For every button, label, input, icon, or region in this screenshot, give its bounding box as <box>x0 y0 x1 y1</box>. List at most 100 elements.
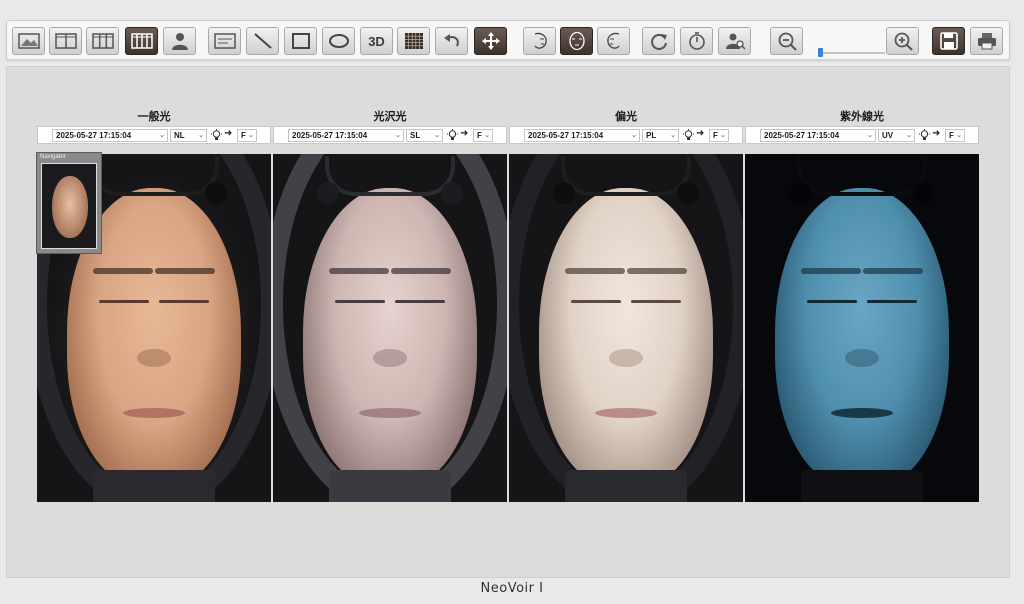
chevron-down-icon: ⌄ <box>248 132 254 139</box>
ellipse-tool-button[interactable] <box>322 27 355 55</box>
chevron-down-icon: ⌄ <box>720 132 726 139</box>
3d-view-icon: 3D <box>368 33 385 49</box>
four-column-layout-button[interactable] <box>125 27 158 55</box>
zoom-in-button[interactable] <box>886 27 919 55</box>
three-column-layout-button[interactable] <box>86 27 119 55</box>
zoom-out-icon <box>778 32 797 51</box>
image-view-button[interactable] <box>12 27 45 55</box>
timer-button[interactable] <box>680 27 713 55</box>
chevron-down-icon: ⌄ <box>906 132 912 139</box>
panel-controls: 2025-05-27 17:15:04 ⌄ NL ⌄ ➜ F ⌄ <box>37 126 271 144</box>
brand-label: NeoVoir I <box>480 581 544 596</box>
save-button[interactable] <box>932 27 965 55</box>
three-column-layout-icon <box>91 33 114 49</box>
panel-title: 偏光 <box>615 110 637 123</box>
user-search-icon <box>725 33 746 50</box>
toolbar: 3D <box>6 20 1010 60</box>
user-search-button[interactable] <box>718 27 751 55</box>
face <box>539 188 713 488</box>
zoom-slider-thumb[interactable] <box>818 48 823 57</box>
zoom-in-icon <box>894 32 913 51</box>
line-tool-button[interactable] <box>246 27 279 55</box>
face-left-button[interactable] <box>523 27 556 55</box>
user-profile-button[interactable] <box>163 27 196 55</box>
rotate-icon <box>650 34 667 50</box>
datetime-select[interactable]: 2025-05-27 17:15:04 ⌄ <box>524 129 640 142</box>
lightbulb-icon <box>683 129 694 140</box>
chevron-down-icon: ⌄ <box>395 132 401 139</box>
datetime-select[interactable]: 2025-05-27 17:15:04 ⌄ <box>288 129 404 142</box>
lightbulb-icon <box>919 129 930 140</box>
panel-title: 一般光 <box>137 110 171 123</box>
face-front-icon <box>568 31 585 51</box>
face <box>775 188 949 488</box>
arrow-right-icon: ➜ <box>696 128 705 139</box>
face-right-button[interactable] <box>597 27 630 55</box>
arrow-right-icon: ➜ <box>224 128 233 139</box>
chevron-down-icon: ⌄ <box>434 132 440 139</box>
chevron-down-icon: ⌄ <box>159 132 165 139</box>
light-mode-select[interactable]: SL ⌄ <box>406 129 443 142</box>
zoom-out-button[interactable] <box>770 27 803 55</box>
undo-button[interactable] <box>435 27 468 55</box>
chevron-down-icon: ⌄ <box>956 132 962 139</box>
lightbulb-icon <box>211 129 222 140</box>
move-icon <box>481 32 500 50</box>
image-icon <box>17 33 40 49</box>
arrow-right-icon: ➜ <box>460 128 469 139</box>
face-photo-polarized[interactable] <box>509 154 743 502</box>
grid-icon <box>404 33 423 49</box>
chevron-down-icon: ⌄ <box>867 132 873 139</box>
face-angle-select[interactable]: F ⌄ <box>473 129 493 142</box>
face-left-icon <box>533 32 547 49</box>
ellipse-tool-icon <box>328 34 349 48</box>
navigator-panel[interactable]: Navigator <box>36 152 102 254</box>
navigator-thumbnail[interactable] <box>41 163 97 249</box>
light-mode-select[interactable]: UV ⌄ <box>878 129 915 142</box>
panel-title: 光沢光 <box>373 110 407 123</box>
panel-controls: 2025-05-27 17:15:04 ⌄ SL ⌄ ➜ F ⌄ <box>273 126 507 144</box>
user-profile-icon <box>171 33 188 50</box>
two-column-layout-icon <box>54 33 77 49</box>
datetime-select[interactable]: 2025-05-27 17:15:04 ⌄ <box>760 129 876 142</box>
face-angle-select[interactable]: F ⌄ <box>709 129 729 142</box>
face-photo-uv[interactable] <box>745 154 979 502</box>
viewer-area: 一般光 2025-05-27 17:15:04⌄ NL⌄ ➜ F⌄ 光沢光 <box>6 66 1010 578</box>
line-tool-icon <box>253 33 272 49</box>
navigator-title: Navigator <box>40 154 66 160</box>
chevron-down-icon: ⌄ <box>670 132 676 139</box>
rectangle-tool-button[interactable] <box>284 27 317 55</box>
panel-controls: 2025-05-27 17:15:04 ⌄ PL ⌄ ➜ F ⌄ <box>509 126 743 144</box>
panel-title: 紫外線光 <box>840 110 884 123</box>
rotate-button[interactable] <box>642 27 675 55</box>
light-mode-select[interactable]: PL ⌄ <box>642 129 679 142</box>
face-right-icon <box>606 32 620 49</box>
text-annotation-button[interactable] <box>208 27 241 55</box>
zoom-slider[interactable] <box>819 52 885 54</box>
save-icon <box>939 32 958 50</box>
light-mode-select[interactable]: NL ⌄ <box>170 129 207 142</box>
two-column-layout-button[interactable] <box>49 27 82 55</box>
timer-icon <box>688 32 705 50</box>
face-angle-select[interactable]: F ⌄ <box>237 129 257 142</box>
chevron-down-icon: ⌄ <box>631 132 637 139</box>
chevron-down-icon: ⌄ <box>198 132 204 139</box>
panel-controls: 2025-05-27 17:15:04 ⌄ UV ⌄ ➜ F ⌄ <box>745 126 979 144</box>
move-button[interactable] <box>474 27 507 55</box>
arrow-right-icon: ➜ <box>932 128 941 139</box>
face-angle-select[interactable]: F ⌄ <box>945 129 965 142</box>
face-photo-gloss[interactable] <box>273 154 507 502</box>
print-icon <box>977 33 996 50</box>
grid-button[interactable] <box>397 27 430 55</box>
3d-view-button[interactable]: 3D <box>360 27 393 55</box>
text-annotation-icon <box>213 33 236 49</box>
undo-icon <box>443 34 459 47</box>
chevron-down-icon: ⌄ <box>484 132 490 139</box>
datetime-select[interactable]: 2025-05-27 17:15:04 ⌄ <box>52 129 168 142</box>
lightbulb-icon <box>447 129 458 140</box>
face-front-button[interactable] <box>560 27 593 55</box>
face <box>303 188 477 488</box>
four-column-layout-icon <box>130 33 153 49</box>
print-button[interactable] <box>970 27 1003 55</box>
rectangle-tool-icon <box>291 33 310 49</box>
